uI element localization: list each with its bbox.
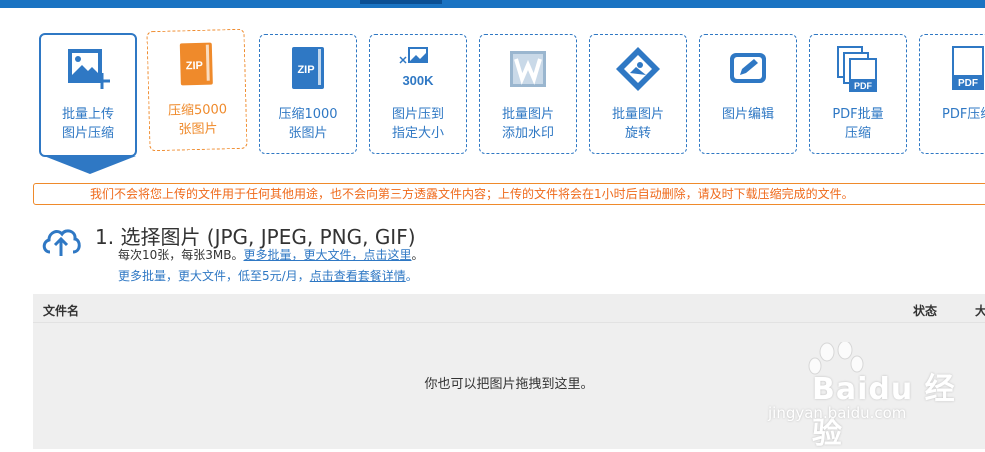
tool-label-line1: 图片编辑 (721, 107, 774, 122)
tool-batch-upload-compress[interactable]: 批量上传 图片压缩 (39, 33, 137, 157)
tool-label-line1: 批量图片 (501, 107, 554, 122)
column-size: 大 (975, 304, 985, 318)
tool-label-line1: PDF批量 (832, 107, 884, 122)
top-bar (0, 0, 985, 8)
upload-limits-text: 每次10张，每张3MB。 (118, 248, 244, 262)
svg-text:PDF: PDF (958, 78, 978, 89)
tool-pdf-batch-compress[interactable]: PDF PDF批量压缩 (809, 34, 907, 154)
plan-promo: 更多批量，更大文件，低至5元/月，点击查看套餐详情。 (118, 267, 418, 284)
compress-size-label: 300K (402, 73, 434, 88)
tool-label-line2: 图片压缩 (61, 126, 114, 141)
tool-batch-rotate[interactable]: 批量图片 旋转 (589, 34, 687, 154)
plan-promo-end: 。 (405, 269, 418, 283)
tool-label-line1: 批量图片 (611, 107, 664, 122)
watermark-url: jingyan.baidu.com (768, 404, 907, 422)
upload-limits: 每次10张，每张3MB。更多批量，更大文件，点击这里。 (118, 246, 424, 263)
tool-label-line2: 张图片 (288, 126, 328, 141)
tool-compress-5000[interactable]: ZIP 压缩5000 张图片 (146, 28, 248, 152)
more-batch-link[interactable]: 更多批量，更大文件，点击这里 (244, 248, 412, 262)
rotate-image-icon (616, 47, 660, 91)
pdf-icon: PDF (952, 46, 984, 90)
compress-300k-icon: 300K (399, 47, 434, 88)
plan-promo-text: 更多批量，更大文件，低至5元/月， (118, 269, 310, 283)
tool-label-line1: 批量上传 (61, 107, 114, 122)
column-status: 状态 (913, 304, 938, 318)
zip-orange-icon: ZIP (179, 42, 213, 86)
tool-label-line1: PDF压缩 (942, 107, 985, 122)
tool-label-line2: 压缩 (844, 126, 871, 141)
privacy-notice: 我们不会将您上传的文件用于任何其他用途，也不会向第三方透露文件内容；上传的文件将… (33, 183, 985, 205)
svg-text:ZIP: ZIP (186, 60, 203, 72)
tool-compress-1000[interactable]: ZIP 压缩1000 张图片 (259, 34, 357, 154)
plan-details-link[interactable]: 点击查看套餐详情 (310, 269, 406, 283)
tool-compress-to-size[interactable]: 300K 图片压到指定大小 (369, 34, 467, 154)
tool-batch-watermark[interactable]: 批量图片 添加水印 (479, 34, 577, 154)
cloud-upload-icon[interactable] (40, 222, 82, 258)
tool-label-line2: 张图片 (178, 121, 218, 138)
pdf-stack-icon: PDF (837, 46, 877, 92)
tool-pdf-compress[interactable]: PDF PDF压缩 (919, 34, 985, 154)
tool-label-line2: 旋转 (624, 126, 651, 141)
tool-image-edit[interactable]: 图片编辑 (699, 34, 797, 154)
tool-label-line1: 图片压到 (391, 107, 444, 122)
file-table-header: 文件名 状态 大 (33, 294, 985, 323)
image-upload-icon (68, 49, 110, 89)
watermark-w-icon (510, 51, 546, 87)
active-tool-pointer (44, 156, 136, 174)
edit-image-icon (730, 53, 766, 83)
svg-text:ZIP: ZIP (297, 64, 314, 76)
tool-label-line2: 指定大小 (391, 126, 444, 141)
top-bar-active-tab (360, 0, 442, 4)
column-filename: 文件名 (43, 304, 80, 318)
tool-label-line2: 添加水印 (501, 126, 554, 141)
upload-limits-end: 。 (411, 248, 424, 262)
zip-blue-icon: ZIP (292, 47, 324, 89)
tool-label-line1: 压缩5000 (167, 102, 228, 119)
svg-text:PDF: PDF (854, 81, 873, 91)
tool-label-line1: 压缩1000 (278, 107, 338, 122)
